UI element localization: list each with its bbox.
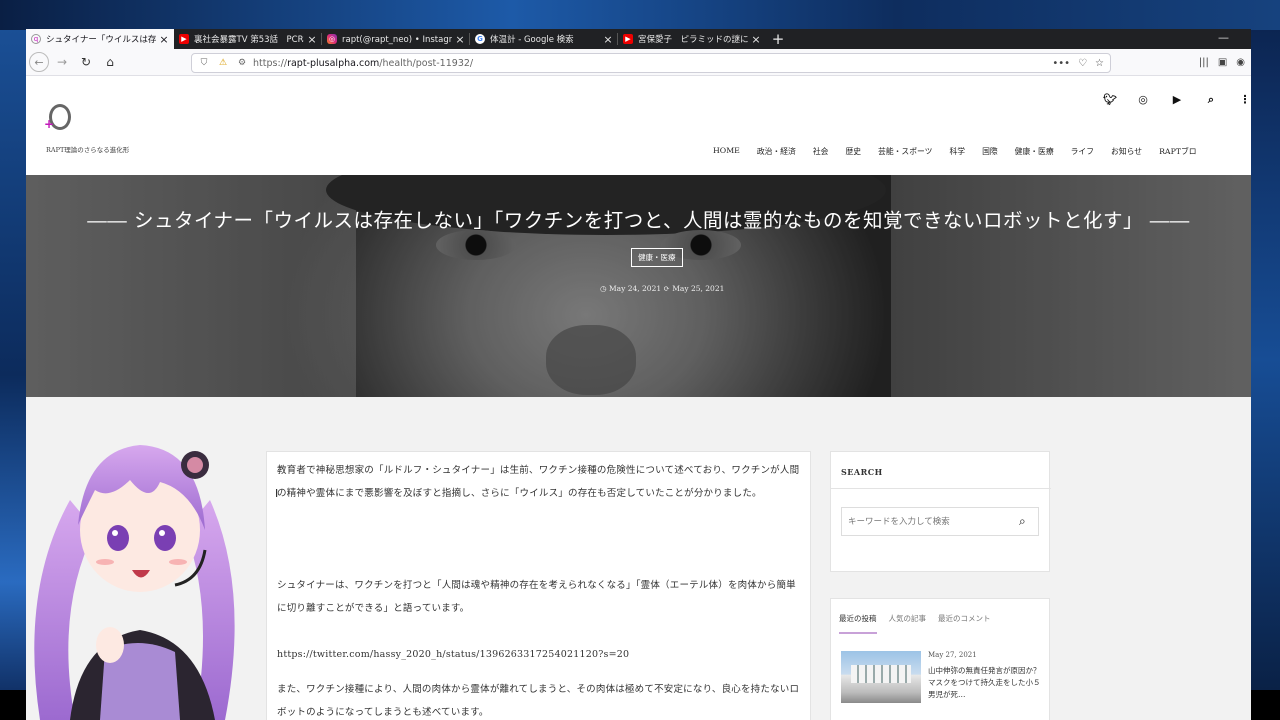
address-bar[interactable]: ⛉ ⚠ ⚙ https://rapt-plusalpha.com/health/… bbox=[191, 53, 1111, 73]
article-paragraph: また、ワクチン接種により、人間の肉体から霊体が離れてしまうと、その肉体は極めて不… bbox=[277, 684, 800, 718]
tab-title: 宮保愛子 ピラミッドの謎に迫る！ bbox=[638, 35, 748, 45]
menu-item-home[interactable]: HOME bbox=[713, 146, 740, 157]
tab-youtube-pcr[interactable]: ▶ 裏社会暴露TV 第53話 PCR検査キット × bbox=[174, 29, 322, 49]
site-favicon-icon: q bbox=[31, 34, 41, 44]
article-dates: ◷ May 24, 2021 ⟳ May 25, 2021 bbox=[600, 284, 724, 293]
site-logo[interactable]: + bbox=[44, 104, 74, 134]
close-tab-icon[interactable]: × bbox=[159, 33, 169, 46]
post-title[interactable]: 山中伸弥の無責任発言が原因か？マスクをつけて持久走をした小５男児が死… bbox=[928, 665, 1043, 701]
reload-button[interactable]: ↻ bbox=[75, 51, 97, 73]
page-actions-icon[interactable]: ••• bbox=[1052, 58, 1070, 69]
minimize-window-button[interactable]: — bbox=[1218, 31, 1229, 44]
search-icon[interactable]: ⌕ bbox=[1205, 93, 1217, 107]
sidebar-search: SEARCH ⌕ bbox=[830, 451, 1051, 572]
article-body: 教育者で神秘思想家の「ルドルフ・シュタイナー」は生前、ワクチン接種の危険性につい… bbox=[266, 451, 811, 720]
post-date: May 27, 2021 bbox=[928, 651, 977, 659]
site-header: + RAPT理論のさらなる進化形 🐦︎ ◎ ▶ ⌕ ⋮ HOME 政治・経済 社… bbox=[26, 76, 1251, 175]
twitter-icon[interactable]: 🐦︎ bbox=[1103, 93, 1117, 107]
more-icon[interactable]: ⋮ bbox=[1239, 93, 1251, 107]
social-links: 🐦︎ ◎ ▶ ⌕ ⋮ bbox=[1103, 93, 1251, 107]
tab-recent-comments[interactable]: 最近のコメント bbox=[938, 613, 991, 634]
menu-item-politics-economy[interactable]: 政治・経済 bbox=[757, 146, 796, 157]
search-heading: SEARCH bbox=[841, 467, 883, 477]
tab-youtube-pyramid[interactable]: ▶ 宮保愛子 ピラミッドの謎に迫る！ × bbox=[618, 29, 766, 49]
text-cursor-icon: I bbox=[275, 487, 279, 500]
published-date: May 24, 2021 bbox=[608, 284, 662, 293]
site-tagline: RAPT理論のさらなる進化形 bbox=[46, 146, 130, 154]
desktop-background bbox=[0, 0, 1280, 30]
embedded-tweet-link[interactable]: https://twitter.com/hassy_2020_h/status/… bbox=[277, 643, 802, 666]
shield-icon[interactable]: ⛉ bbox=[197, 58, 211, 68]
tab-google-search[interactable]: G 体温計 - Google 検索 × bbox=[470, 29, 618, 49]
clock-icon: ◷ bbox=[600, 284, 607, 293]
close-tab-icon[interactable]: × bbox=[455, 33, 465, 46]
home-button[interactable]: ⌂ bbox=[99, 51, 121, 73]
bookmark-star-icon[interactable]: ☆ bbox=[1095, 58, 1104, 69]
instagram-icon: ◎ bbox=[327, 34, 337, 44]
menu-item-health[interactable]: 健康・医療 bbox=[1015, 146, 1054, 157]
menu-item-society[interactable]: 社会 bbox=[813, 146, 829, 157]
youtube-icon[interactable]: ▶ bbox=[1171, 93, 1183, 107]
sidebar-icon[interactable]: ▣ bbox=[1218, 57, 1227, 68]
search-input[interactable] bbox=[841, 507, 1039, 536]
tab-popular-posts[interactable]: 人気の記事 bbox=[889, 613, 927, 634]
menu-item-news[interactable]: お知らせ bbox=[1111, 146, 1142, 157]
close-tab-icon[interactable]: × bbox=[751, 33, 761, 46]
sidebar-posts-widget: 最近の投稿 人気の記事 最近のコメント May 27, 2021 山中伸弥の無責… bbox=[830, 598, 1050, 720]
tab-title: シュタイナー「ウイルスは存在しない」「ワクチンを打つと、人間は霊的なものを bbox=[46, 35, 156, 45]
recent-post-item[interactable]: May 27, 2021 山中伸弥の無責任発言が原因か？マスクをつけて持久走をし… bbox=[841, 651, 1041, 706]
close-tab-icon[interactable]: × bbox=[603, 33, 613, 46]
new-tab-button[interactable]: + bbox=[766, 29, 790, 49]
close-tab-icon[interactable]: × bbox=[307, 33, 317, 46]
menu-item-science[interactable]: 科学 bbox=[949, 146, 965, 157]
category-badge[interactable]: 健康・医療 bbox=[631, 248, 683, 267]
article-paragraph: シュタイナーは、ワクチンを打つと「人間は魂や精神の存在を考えられなくなる」「霊体… bbox=[277, 580, 796, 614]
permissions-icon[interactable]: ⚙ bbox=[235, 58, 249, 68]
post-thumbnail[interactable] bbox=[841, 651, 921, 703]
article-title: ―― シュタイナー「ウイルスは存在しない」「ワクチンを打つと、人間は霊的なものを… bbox=[87, 209, 1190, 232]
tab-title: rapt(@rapt_neo) • Instagram写真と動画 bbox=[342, 35, 452, 45]
tab-recent-posts[interactable]: 最近の投稿 bbox=[839, 613, 877, 634]
tab-instagram[interactable]: ◎ rapt(@rapt_neo) • Instagram写真と動画 × bbox=[322, 29, 470, 49]
youtube-icon: ▶ bbox=[623, 34, 633, 44]
lock-warning-icon[interactable]: ⚠ bbox=[216, 58, 230, 68]
library-icon[interactable]: ||| bbox=[1199, 57, 1209, 68]
google-icon: G bbox=[475, 34, 485, 44]
menu-item-history[interactable]: 歴史 bbox=[845, 146, 861, 157]
tab-steiner-article[interactable]: q シュタイナー「ウイルスは存在しない」「ワクチンを打つと、人間は霊的なものを … bbox=[26, 29, 174, 49]
menu-item-life[interactable]: ライフ bbox=[1071, 146, 1094, 157]
tab-title: 体温計 - Google 検索 bbox=[490, 35, 574, 45]
article-hero: ―― シュタイナー「ウイルスは存在しない」「ワクチンを打つと、人間は霊的なものを… bbox=[26, 175, 1251, 397]
navigation-toolbar: ← → ↻ ⌂ ⛉ ⚠ ⚙ https://rapt-plusalpha.com… bbox=[26, 49, 1251, 76]
account-icon[interactable]: ◉ bbox=[1236, 57, 1245, 68]
tab-title: 裏社会暴露TV 第53話 PCR検査キット bbox=[194, 35, 304, 45]
menu-item-rapt-blog[interactable]: RAPTブロ bbox=[1159, 146, 1197, 157]
search-icon[interactable]: ⌕ bbox=[1019, 514, 1026, 529]
character-overlay-image bbox=[34, 445, 235, 720]
menu-item-international[interactable]: 国際 bbox=[982, 146, 998, 157]
url-text: https://rapt-plusalpha.com/health/post-1… bbox=[253, 57, 474, 69]
main-menu: HOME 政治・経済 社会 歴史 芸能・スポーツ 科学 国際 健康・医療 ライフ… bbox=[713, 146, 1197, 157]
back-button[interactable]: ← bbox=[29, 52, 49, 72]
forward-button[interactable]: → bbox=[51, 51, 73, 73]
updated-icon: ⟳ bbox=[663, 284, 670, 293]
article-paragraph: 教育者で神秘思想家の「ルドルフ・シュタイナー」は生前、ワクチン接種の危険性につい… bbox=[277, 465, 800, 499]
youtube-icon: ▶ bbox=[179, 34, 189, 44]
tab-strip: q シュタイナー「ウイルスは存在しない」「ワクチンを打つと、人間は霊的なものを … bbox=[26, 29, 1251, 49]
instagram-icon[interactable]: ◎ bbox=[1137, 93, 1149, 107]
updated-date: May 25, 2021 bbox=[672, 284, 725, 293]
menu-item-entertainment-sports[interactable]: 芸能・スポーツ bbox=[878, 146, 932, 157]
desktop-background-right bbox=[1251, 30, 1280, 690]
pocket-icon[interactable]: ♡ bbox=[1078, 58, 1087, 69]
